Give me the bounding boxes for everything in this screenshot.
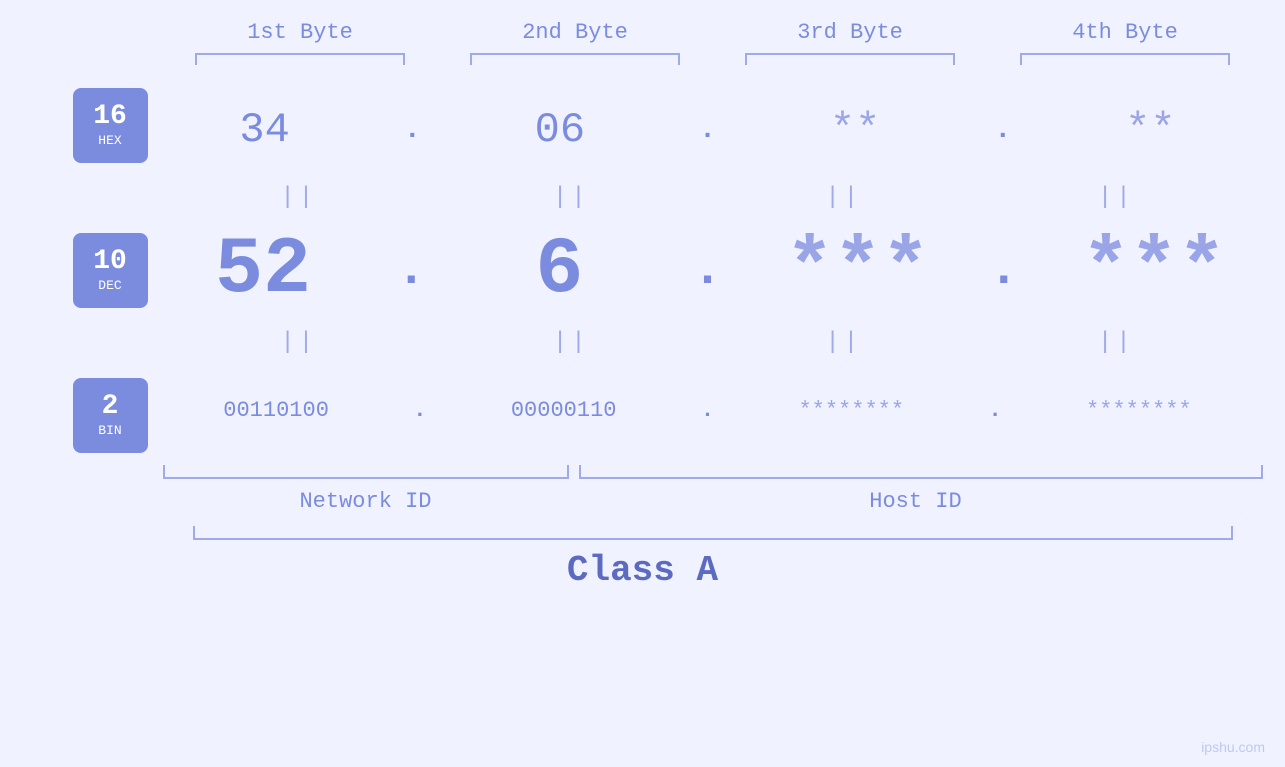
dec-b4: ***: [1082, 225, 1222, 316]
sep1: ||: [179, 184, 419, 211]
dec-b1: 52: [193, 225, 333, 316]
bin-b4: ********: [1044, 398, 1234, 423]
values-area: 34 . 06 . ** . ** || || || || 52 . 6 .: [153, 80, 1263, 460]
bin-b1: 00110100: [181, 398, 371, 423]
hex-b1: 34: [195, 106, 335, 154]
hex-row: 34 . 06 . ** . **: [153, 80, 1263, 180]
sep3: ||: [724, 184, 964, 211]
network-id-label: Network ID: [163, 489, 569, 514]
bin-dot1: .: [413, 398, 426, 423]
class-label: Class A: [567, 550, 718, 591]
byte4-header: 4th Byte: [1005, 20, 1245, 45]
sep6: ||: [451, 329, 691, 356]
dec-dot1: .: [396, 242, 426, 299]
dec-badge: 10 DEC: [73, 233, 148, 308]
bracket-top-4: [1020, 53, 1230, 65]
hex-dot1: .: [404, 115, 421, 146]
dec-row: 52 . 6 . *** . ***: [153, 215, 1263, 325]
bin-dot3: .: [988, 398, 1001, 423]
bracket-top-2: [470, 53, 680, 65]
bracket-net: [163, 465, 569, 479]
bin-dot2: .: [701, 398, 714, 423]
bottom-labels: Network ID Host ID: [163, 489, 1263, 514]
bracket-top-1: [195, 53, 405, 65]
hex-b4: **: [1080, 106, 1220, 154]
badges-column: 16 HEX 10 DEC 2 BIN: [23, 80, 153, 460]
byte-headers: 1st Byte 2nd Byte 3rd Byte 4th Byte: [163, 20, 1263, 45]
sep8: ||: [996, 329, 1236, 356]
bin-row: 00110100 . 00000110 . ******** . *******…: [153, 360, 1263, 460]
bottom-brackets: [163, 465, 1263, 479]
dec-dot3: .: [989, 242, 1019, 299]
bottom-section: Network ID Host ID: [163, 465, 1263, 514]
outer-bracket: [193, 526, 1233, 540]
bin-b2: 00000110: [469, 398, 659, 423]
hex-dot3: .: [994, 115, 1011, 146]
hex-badge: 16 HEX: [73, 88, 148, 163]
dec-dot2: .: [692, 242, 722, 299]
dec-b2: 6: [489, 225, 629, 316]
bracket-top-3: [745, 53, 955, 65]
top-brackets: [163, 53, 1263, 65]
sep7: ||: [724, 329, 964, 356]
main-container: 1st Byte 2nd Byte 3rd Byte 4th Byte 16 H…: [0, 0, 1285, 767]
sep-dec-bin: || || || ||: [153, 325, 1263, 360]
sep4: ||: [996, 184, 1236, 211]
byte1-header: 1st Byte: [180, 20, 420, 45]
hex-b3: **: [785, 106, 925, 154]
hex-dot2: .: [699, 115, 716, 146]
bin-badge: 2 BIN: [73, 378, 148, 453]
sep-hex-dec: || || || ||: [153, 180, 1263, 215]
main-grid: 16 HEX 10 DEC 2 BIN 34 . 06 . ** . **: [23, 80, 1263, 460]
host-id-label: Host ID: [569, 489, 1263, 514]
sep2: ||: [451, 184, 691, 211]
byte2-header: 2nd Byte: [455, 20, 695, 45]
dec-b3: ***: [786, 225, 926, 316]
watermark: ipshu.com: [1201, 739, 1265, 755]
bin-b3: ********: [756, 398, 946, 423]
hex-b2: 06: [490, 106, 630, 154]
bracket-host: [579, 465, 1263, 479]
sep5: ||: [179, 329, 419, 356]
byte3-header: 3rd Byte: [730, 20, 970, 45]
